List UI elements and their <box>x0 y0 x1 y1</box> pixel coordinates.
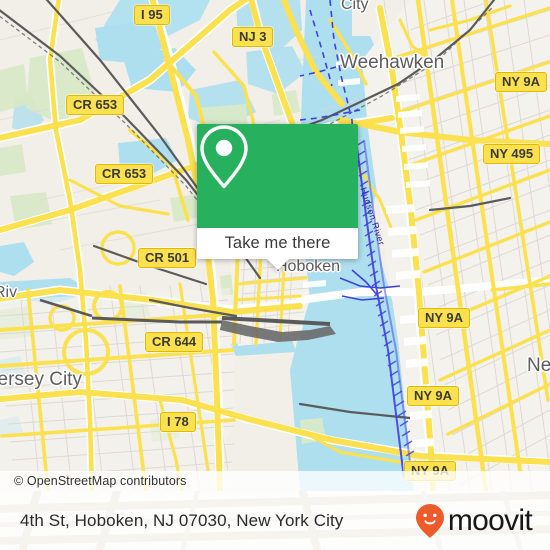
take-me-there-label: Take me there <box>224 234 331 252</box>
road-shield-cr644: CR 644 <box>145 332 204 352</box>
road-shield-i95: I 95 <box>134 5 170 25</box>
road-shield-ny495: NY 495 <box>483 144 541 164</box>
footer-bar: 4th St, Hoboken, NJ 07030, New York City… <box>0 491 550 550</box>
location-pin-icon <box>200 125 248 189</box>
moovit-wordmark: moovit <box>447 503 533 537</box>
road-shield-cr653-a: CR 653 <box>66 95 125 115</box>
location-popup-card[interactable]: Take me there <box>197 124 358 270</box>
place-label-jersey-city: Jersey City <box>0 369 82 390</box>
place-label-new-york: Ne <box>527 355 550 376</box>
moovit-map-screenshot: Hudson River City Weehawken Hoboken Riv … <box>0 0 550 550</box>
popup-tail <box>266 259 289 270</box>
place-label-river: Riv <box>0 284 18 301</box>
address-label: 4th St, Hoboken, NJ 07030, New York City <box>20 510 344 530</box>
take-me-there-button[interactable]: Take me there <box>197 228 358 259</box>
popup-image-area <box>197 124 358 228</box>
osm-attribution[interactable]: © OpenStreetMap contributors <box>0 471 550 491</box>
road-shield-ny9a-b: NY 9A <box>418 308 471 328</box>
road-shield-nj3: NJ 3 <box>232 27 274 47</box>
road-shield-ny9a-c: NY 9A <box>407 386 460 406</box>
map-canvas[interactable]: Hudson River City Weehawken Hoboken Riv … <box>0 0 550 491</box>
road-shield-ny9a-a: NY 9A <box>495 72 548 92</box>
place-label-city: City <box>341 0 369 13</box>
road-shield-cr501: CR 501 <box>138 248 197 268</box>
road-shield-i78: I 78 <box>160 412 196 432</box>
place-label-weehawken: Weehawken <box>340 52 445 73</box>
moovit-logo[interactable]: moovit <box>415 503 533 539</box>
road-shield-cr653-b: CR 653 <box>95 164 154 184</box>
moovit-pin-icon <box>415 503 444 538</box>
